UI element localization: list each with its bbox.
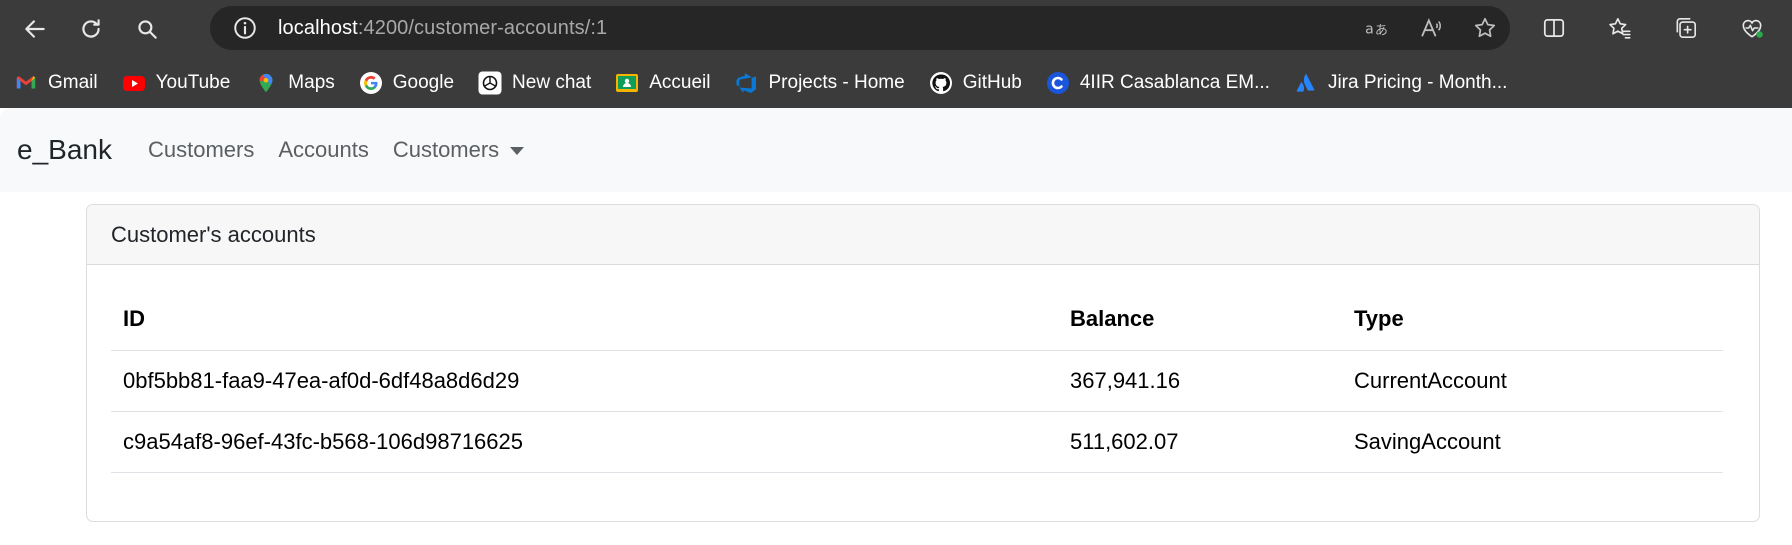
bookmark-accueil[interactable]: Accueil (613, 65, 720, 101)
navbar-brand[interactable]: e_Bank (17, 134, 112, 166)
accounts-table: ID Balance Type 0bf5bb81-faa9-47ea-af0d-… (111, 289, 1723, 473)
account-type-cell: SavingAccount (1342, 411, 1723, 473)
browser-toolbar: localhost:4200/customer-accounts/:1 aあ (0, 0, 1792, 58)
bookmark-maps[interactable]: Maps (252, 65, 344, 101)
url-host: localhost (278, 16, 358, 39)
bookmark-label: 4IIR Casablanca EM... (1079, 72, 1270, 93)
table-header-row: ID Balance Type (111, 289, 1723, 351)
maps-icon (254, 71, 278, 95)
bookmark-label: Maps (288, 72, 335, 93)
bookmark-label: Projects - Home (768, 72, 905, 93)
address-bar[interactable]: localhost:4200/customer-accounts/:1 aあ (210, 6, 1510, 50)
favorites-icon[interactable] (1598, 6, 1642, 50)
openai-icon (478, 71, 502, 95)
gmail-icon (14, 71, 38, 95)
bookmark-label: Gmail (48, 72, 98, 93)
nav-link-customers[interactable]: Customers (148, 137, 254, 163)
dropdown-label: Customers (392, 137, 500, 162)
bookmark-label: Jira Pricing - Month... (1327, 72, 1508, 93)
c-logo-icon (1046, 71, 1070, 95)
translate-icon[interactable]: aあ (1362, 13, 1392, 43)
bookmark-github[interactable]: GitHub (927, 65, 1032, 101)
card-body: ID Balance Type 0bf5bb81-faa9-47ea-af0d-… (87, 265, 1759, 473)
refresh-icon[interactable] (68, 6, 114, 52)
app-navbar: e_Bank Customers Accounts Customers (0, 108, 1792, 192)
bookmark-label: GitHub (962, 72, 1022, 93)
browser-essentials-icon[interactable] (1730, 6, 1774, 50)
azure-devops-icon (735, 71, 759, 95)
bookmark-google[interactable]: Google (357, 65, 464, 101)
account-balance-cell: 367,941.16 (1058, 350, 1342, 412)
info-icon[interactable] (232, 15, 258, 41)
nav-dropdown-customers[interactable]: Customers (392, 137, 525, 163)
classroom-icon (615, 71, 639, 95)
column-header-id: ID (111, 289, 1058, 351)
search-icon[interactable] (124, 6, 170, 52)
jira-icon (1294, 71, 1318, 95)
column-header-type: Type (1342, 289, 1723, 351)
caret-down-icon (510, 147, 525, 155)
account-id-cell: 0bf5bb81-faa9-47ea-af0d-6df48a8d6d29 (111, 350, 1058, 412)
youtube-icon (122, 71, 146, 95)
github-icon (929, 71, 953, 95)
browser-chrome: localhost:4200/customer-accounts/:1 aあ G… (0, 0, 1792, 108)
card-header: Customer's accounts (87, 205, 1759, 265)
bookmark-label: New chat (512, 72, 592, 93)
split-screen-icon[interactable] (1532, 6, 1576, 50)
account-balance-cell: 511,602.07 (1058, 411, 1342, 473)
bookmark-label: Accueil (649, 72, 711, 93)
bookmark-4iir-casablanca[interactable]: 4IIR Casablanca EM... (1044, 65, 1280, 101)
column-header-balance: Balance (1058, 289, 1342, 351)
bookmark-new-chat[interactable]: New chat (476, 65, 601, 101)
customer-accounts-card: Customer's accounts ID Balance Type 0bf5… (86, 204, 1760, 522)
read-aloud-icon[interactable] (1416, 13, 1446, 43)
svg-text:あ: あ (1375, 24, 1388, 39)
url-path: :4200/customer-accounts/:1 (357, 16, 608, 39)
google-icon (359, 71, 383, 95)
url-text[interactable]: localhost:4200/customer-accounts/:1 (278, 17, 607, 40)
bookmark-label: YouTube (155, 72, 231, 93)
svg-text:a: a (1365, 21, 1374, 37)
account-id-cell: c9a54af8-96ef-43fc-b568-106d98716625 (111, 411, 1058, 473)
bookmark-youtube[interactable]: YouTube (120, 65, 241, 101)
bookmark-projects-home[interactable]: Projects - Home (733, 65, 915, 101)
bookmark-gmail[interactable]: Gmail (12, 65, 108, 101)
favorite-star-icon[interactable] (1470, 13, 1500, 43)
account-type-cell: CurrentAccount (1342, 350, 1723, 412)
bookmark-jira-pricing[interactable]: Jira Pricing - Month... (1292, 65, 1518, 101)
table-row: c9a54af8-96ef-43fc-b568-106d98716625 511… (111, 411, 1723, 473)
bookmark-label: Google (392, 72, 455, 93)
nav-link-accounts[interactable]: Accounts (278, 137, 369, 163)
collections-icon[interactable] (1664, 6, 1708, 50)
bookmarks-bar: Gmail YouTube Maps Google New chat Accue… (0, 58, 1792, 108)
back-icon[interactable] (12, 6, 58, 52)
table-row: 0bf5bb81-faa9-47ea-af0d-6df48a8d6d29 367… (111, 350, 1723, 412)
